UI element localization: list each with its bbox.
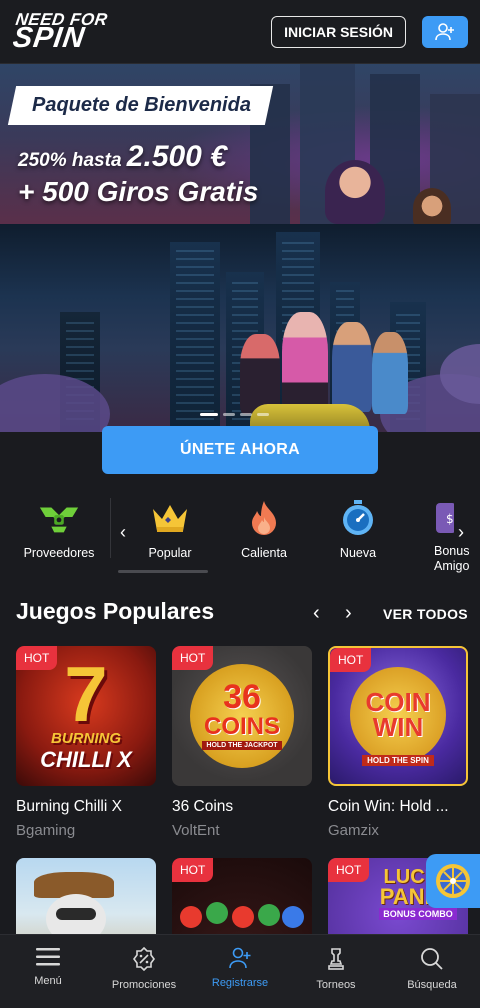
category-bar: Proveedores ‹ Popular Calienta Nueva $ B… <box>0 486 480 580</box>
nav-register[interactable]: Registrarse <box>192 935 288 1008</box>
hero-character <box>240 334 280 414</box>
section-title: Juegos Populares <box>16 598 215 624</box>
game-art-text: BONUS COMBO <box>379 907 457 920</box>
nav-search[interactable]: Búsqueda <box>384 935 480 1008</box>
game-title: Burning Chilli X <box>16 798 122 815</box>
game-art-text: HOLD THE JACKPOT <box>202 740 282 750</box>
view-all-link[interactable]: VER TODOS <box>383 606 468 622</box>
chevron-right-icon[interactable]: › <box>345 602 352 625</box>
slider-dot[interactable] <box>257 413 269 416</box>
brand-logo[interactable]: NEED FOR SPIN <box>10 10 109 54</box>
bonus-wheel-widget[interactable] <box>426 854 480 908</box>
game-thumbnail[interactable]: 7 BURNING CHILLI X HOT <box>16 646 156 786</box>
add-user-icon <box>435 22 454 40</box>
hero-character <box>332 322 372 412</box>
flame-icon <box>252 501 276 535</box>
hot-badge: HOT <box>330 648 372 672</box>
trophy-icon <box>328 948 344 970</box>
game-provider: Bgaming <box>16 822 76 839</box>
crown-icon <box>153 505 187 532</box>
bonus-icon: $ <box>436 503 454 533</box>
top-header: NEED FOR SPIN INICIAR SESIÓN <box>0 0 480 64</box>
logo-line2: SPIN <box>10 21 88 54</box>
game-provider: VoltEnt <box>172 822 220 839</box>
login-button[interactable]: INICIAR SESIÓN <box>271 15 406 48</box>
game-thumbnail[interactable]: COIN WIN HOLD THE SPIN HOT <box>328 646 468 786</box>
game-art-text: CHILLI X <box>40 746 132 772</box>
nav-promotions[interactable]: Promociones <box>96 935 192 1008</box>
hero-character <box>372 332 408 414</box>
game-art-text: 7 <box>64 650 108 739</box>
slider-dot[interactable] <box>223 413 235 416</box>
hot-badge: HOT <box>172 858 214 882</box>
promo-free-spins: + 500 Giros Gratis <box>18 176 259 207</box>
game-art-text: COIN <box>365 686 431 717</box>
search-icon <box>421 948 443 970</box>
wheel-icon <box>436 864 470 898</box>
game-title: 36 Coins <box>172 798 234 815</box>
hero-character <box>282 312 328 412</box>
category-scroll-indicator <box>118 570 208 573</box>
game-art-text: BURNING <box>51 729 121 747</box>
nav-label: Menú <box>34 975 62 987</box>
banner-character <box>413 188 451 224</box>
category-providers[interactable]: Proveedores <box>11 496 107 560</box>
hot-badge: HOT <box>172 646 214 670</box>
slider-dots[interactable] <box>200 413 269 416</box>
hero-slider[interactable] <box>0 224 480 432</box>
game-card[interactable]: 7 BURNING CHILLI X HOT Burning Chilli X … <box>16 646 156 839</box>
game-title: Coin Win: Hold ... <box>328 798 449 815</box>
category-label: Bonus Amigo <box>434 544 470 573</box>
nav-tournaments[interactable]: Torneos <box>288 935 384 1008</box>
nav-label: Búsqueda <box>407 979 457 991</box>
game-art-text: WIN <box>372 711 424 742</box>
providers-icon <box>39 507 79 533</box>
promo-tag: Paquete de Bienvenida <box>7 86 274 125</box>
register-button[interactable] <box>422 15 468 48</box>
bottom-navigation: Menú Promociones Registrarse Torneos Bús… <box>0 934 480 1008</box>
slider-dot[interactable] <box>200 413 218 416</box>
nav-menu[interactable]: Menú <box>0 935 96 1008</box>
category-bonus[interactable]: $ Bonus Amigo <box>398 496 480 574</box>
join-now-button[interactable]: ÚNETE AHORA <box>102 426 378 474</box>
nav-label: Registrarse <box>211 977 269 989</box>
svg-text:$: $ <box>446 512 454 526</box>
stopwatch-icon <box>343 500 373 535</box>
promo-amount: 250% hasta 2.500 € <box>18 140 227 173</box>
game-card[interactable]: 36 COINS HOLD THE JACKPOT HOT 36 Coins V… <box>172 646 312 839</box>
game-art-text: HOLD THE SPIN <box>362 754 434 766</box>
menu-icon <box>36 948 60 966</box>
game-thumbnail[interactable]: 36 COINS HOLD THE JACKPOT HOT <box>172 646 312 786</box>
category-label: Proveedores <box>23 546 95 560</box>
hot-badge: HOT <box>16 646 58 670</box>
category-label: Nueva <box>339 546 377 560</box>
category-new[interactable]: Nueva <box>310 496 406 560</box>
promotions-icon <box>133 947 155 971</box>
category-popular[interactable]: Popular <box>122 496 218 560</box>
register-icon <box>229 947 251 969</box>
category-hot[interactable]: Calienta <box>216 496 312 560</box>
slider-dot[interactable] <box>240 413 252 416</box>
game-card[interactable]: COIN WIN HOLD THE SPIN HOT Coin Win: Hol… <box>328 646 468 839</box>
game-provider: Gamzix <box>328 822 379 839</box>
chevron-left-icon[interactable]: ‹ <box>313 602 320 625</box>
banner-character <box>325 160 385 224</box>
game-art-text: 36 <box>223 678 261 717</box>
category-label: Popular <box>148 546 192 560</box>
nav-label: Torneos <box>316 979 356 991</box>
nav-label: Promociones <box>111 979 177 991</box>
category-label: Calienta <box>241 546 287 560</box>
chevron-right-icon[interactable]: › <box>458 522 464 543</box>
game-art-text: COINS <box>203 712 280 740</box>
hot-badge: HOT <box>328 858 370 882</box>
welcome-banner[interactable]: Paquete de Bienvenida 250% hasta 2.500 €… <box>0 64 480 224</box>
